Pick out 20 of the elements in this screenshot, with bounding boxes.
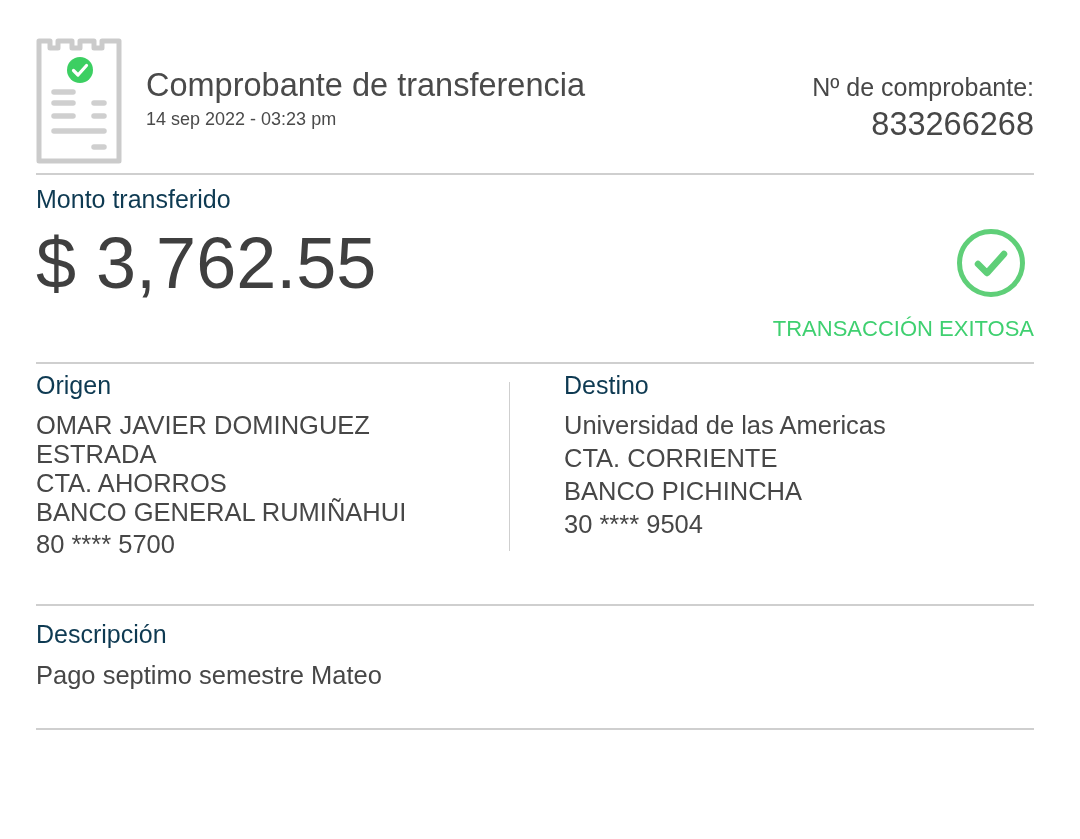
- account-number: 30 **** 9504: [564, 509, 704, 540]
- receipt-title: Comprobante de transferencia: [146, 67, 586, 103]
- bank-name: BANCO GENERAL RUMIÑAHUI: [36, 498, 408, 527]
- account-holder-name: Universidad de las Americas: [564, 410, 887, 441]
- account-number: 80 **** 5700: [36, 530, 176, 559]
- transaction-status: TRANSACCIÓN EXITOSA: [772, 316, 1034, 342]
- receipt-icon: [36, 38, 122, 164]
- receipt-number: 833266268: [870, 106, 1034, 142]
- party-label: Destino: [564, 371, 650, 400]
- account-type: CTA. CORRIENTE: [564, 443, 779, 474]
- transfer-date: 14 sep 2022 - 03:23 pm: [146, 109, 338, 130]
- description-text: Pago septimo semestre Mateo: [36, 661, 383, 690]
- description-label: Descripción: [36, 620, 168, 649]
- receipt-number-label: Nº de comprobante:: [812, 73, 1034, 102]
- account-holder-name: OMAR JAVIER DOMINGUEZ ESTRADA: [36, 411, 371, 469]
- bank-name: BANCO PICHINCHA: [564, 476, 804, 507]
- party-label: Origen: [36, 371, 113, 400]
- amount-label: Monto transferido: [36, 185, 232, 214]
- account-type: CTA. AHORROS: [36, 469, 228, 498]
- amount-value: $ 3,762.55: [36, 225, 377, 301]
